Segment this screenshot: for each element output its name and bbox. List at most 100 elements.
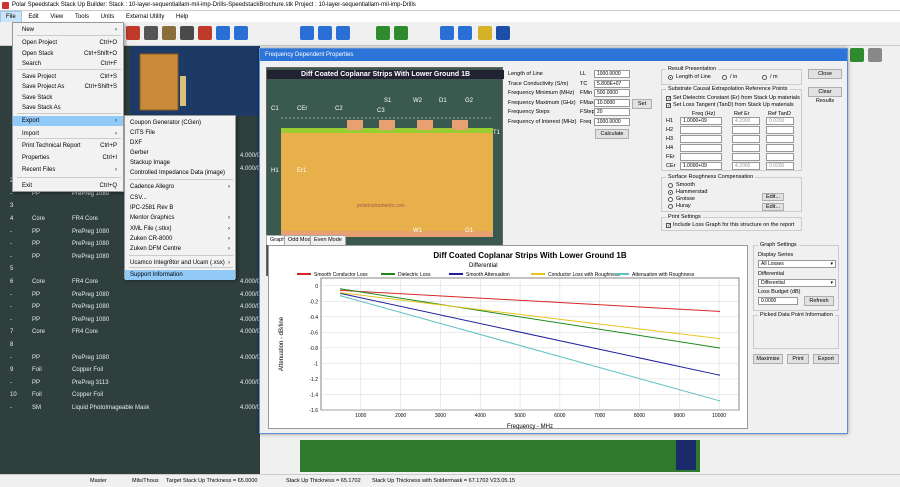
param-input[interactable]: 1000.0000 (594, 117, 630, 126)
export-menu-item[interactable]: CSV... (125, 193, 235, 203)
export-menu-item[interactable]: Zuken DFM Centre › (125, 244, 235, 254)
export-menu-item[interactable]: IPC-2581 Rev B (125, 203, 235, 213)
stack-row[interactable]: - PP PrePreg 1080 4.000/0 (0, 314, 260, 326)
export-menu-item[interactable]: Mentor Graphics › (125, 213, 235, 223)
file-menu-item[interactable]: New › (13, 25, 123, 35)
substrate-er-input[interactable]: 4.2000 (732, 162, 760, 170)
calculate-button[interactable]: Calculate (595, 129, 629, 139)
param-input[interactable]: 5.800E+07 (594, 79, 630, 88)
radio-groisse[interactable] (668, 197, 673, 202)
export-menu-item[interactable]: Zuken CR-8000 › (125, 234, 235, 244)
stack-icon[interactable] (180, 26, 194, 40)
chk-tand[interactable]: ✓ (666, 103, 671, 109)
radio-huray[interactable] (668, 204, 673, 209)
export-menu-item[interactable]: Controlled Impedance Data (image) (125, 168, 235, 178)
radio-length-of-line[interactable] (668, 75, 673, 80)
substrate-er-input[interactable] (732, 135, 760, 143)
substrate-er-input[interactable] (732, 126, 760, 134)
substrate-tand-input[interactable] (766, 153, 794, 161)
stack-row[interactable]: 8 (0, 339, 260, 351)
export-button[interactable]: Export (813, 354, 839, 364)
substrate-freq-input[interactable]: 1.0000+09 (680, 162, 722, 170)
file-menu-item[interactable]: Print Technical Report Ctrl+P (13, 141, 123, 151)
radio-smooth[interactable] (668, 183, 673, 188)
substrate-tand-input[interactable] (766, 144, 794, 152)
blind-via-icon[interactable] (496, 26, 510, 40)
file-menu-item[interactable]: Save Project Ctrl+S (13, 72, 123, 82)
layer-icon[interactable] (162, 26, 176, 40)
stack-row[interactable]: - PP PrePreg 3113 4.000/0 (0, 377, 260, 389)
substrate-freq-input[interactable] (680, 126, 722, 134)
loss-budget-input[interactable]: 0.0000 (758, 297, 798, 305)
export-menu-item[interactable]: Cadence Allegro › (125, 182, 235, 192)
file-menu-item[interactable]: Exit Ctrl+Q (13, 181, 123, 191)
param-input[interactable]: 20 (594, 108, 630, 116)
stack-row[interactable]: - PP PrePreg 1080 4.000/0 (0, 289, 260, 301)
differential-select[interactable]: Differential ▾ (758, 279, 836, 287)
stack-row[interactable]: 9 Foil Copper Foil (0, 364, 260, 376)
substrate-tand-input[interactable] (766, 135, 794, 143)
substrate-er-input[interactable] (732, 153, 760, 161)
refresh-button[interactable]: Refresh (804, 296, 834, 306)
param-input[interactable]: 500.0000 (594, 89, 630, 97)
export-menu-item[interactable]: DXF (125, 138, 235, 148)
substrate-freq-input[interactable] (680, 135, 722, 143)
stack-row[interactable]: 10 Foil Copper Foil (0, 389, 260, 401)
stack-row[interactable]: - SM Liquid PhotoImageable Mask 4.000/0.020… (0, 402, 275, 414)
substrate-freq-input[interactable] (680, 144, 722, 152)
file-menu-item[interactable]: Search Ctrl+F (13, 59, 123, 69)
arrow-diag-4-icon[interactable] (440, 26, 454, 40)
substrate-tand-input[interactable] (766, 126, 794, 134)
set-button[interactable]: Set (632, 99, 652, 109)
arrow-updown-green-icon[interactable] (394, 26, 408, 40)
substrate-er-input[interactable]: 4.2000 (732, 117, 760, 125)
radio-hammerstad[interactable] (668, 190, 673, 195)
export-menu-item[interactable]: Ucamco Integr8tor and Ucam (.xsx) › (125, 258, 235, 268)
print-button[interactable]: Print (787, 354, 809, 364)
substrate-freq-input[interactable] (680, 153, 722, 161)
export-menu-item[interactable]: Stackup Image (125, 158, 235, 168)
file-menu-item[interactable]: Save Project As Ctrl+Shift+S (13, 82, 123, 92)
chk-er[interactable]: ✓ (666, 96, 671, 102)
clear-results-button[interactable]: Clear Results (808, 87, 842, 104)
stack-row[interactable]: - PP PrePreg 1080 4.000/0 (0, 301, 260, 313)
loss-graph[interactable]: Diff Coated Coplanar Strips With Lower G… (268, 245, 748, 430)
cut-icon[interactable] (144, 26, 158, 40)
file-menu-item[interactable]: Open Project Ctrl+O (13, 38, 123, 48)
close-button[interactable]: Close (808, 69, 842, 79)
tab-even-mode[interactable]: Even Mode (310, 235, 346, 245)
impedance-icon[interactable] (850, 48, 864, 62)
maximise-button[interactable]: Maximise (753, 354, 783, 364)
file-menu-item[interactable]: Export › (13, 116, 123, 126)
chk-include-graph[interactable]: ✓ (666, 223, 671, 229)
stack-row[interactable]: - PP PrePreg 1080 4.000/0 (0, 352, 260, 364)
arrow-diag-3-icon[interactable] (336, 26, 350, 40)
substrate-tand-input[interactable]: 0.0200 (766, 117, 794, 125)
arrow-diag-5-icon[interactable] (458, 26, 472, 40)
export-menu-item[interactable]: Coupon Generator (CGen) (125, 118, 235, 128)
file-menu-item[interactable]: Recent Files › (13, 165, 123, 175)
radio-per-m[interactable] (762, 75, 767, 80)
export-menu-item[interactable]: CITS File (125, 128, 235, 138)
export-menu-item[interactable]: Support Information (125, 270, 235, 280)
file-menu-item[interactable]: Open Stack Ctrl+Shift+O (13, 49, 123, 59)
roughness-edit-2-button[interactable]: Edit... (762, 203, 784, 211)
arrow-down-green-icon[interactable] (376, 26, 390, 40)
roughness-edit-1-button[interactable]: Edit... (762, 193, 784, 201)
substrate-er-input[interactable] (732, 144, 760, 152)
export-menu-item[interactable]: Gerber (125, 148, 235, 158)
via-icon[interactable] (478, 26, 492, 40)
export-menu-item[interactable]: XML File (.stkx) › (125, 224, 235, 234)
file-menu-item[interactable]: Save Stack (13, 93, 123, 103)
substrate-tand-input[interactable]: 0.0200 (766, 162, 794, 170)
stack-row[interactable]: 7 Core FR4 Core 4.000/0 (0, 326, 260, 338)
substrate-freq-input[interactable]: 1.0000+09 (680, 117, 722, 125)
file-menu-item[interactable]: Save Stack As (13, 103, 123, 113)
radio-per-in[interactable] (722, 75, 727, 80)
param-input[interactable]: 1000.0000 (594, 70, 630, 78)
arrow-diag-1-icon[interactable] (300, 26, 314, 40)
arrow-right-icon[interactable] (234, 26, 248, 40)
file-menu-item[interactable]: Import › (13, 129, 123, 139)
arrow-up-blue-icon[interactable] (216, 26, 230, 40)
arrow-up-red-icon[interactable] (198, 26, 212, 40)
